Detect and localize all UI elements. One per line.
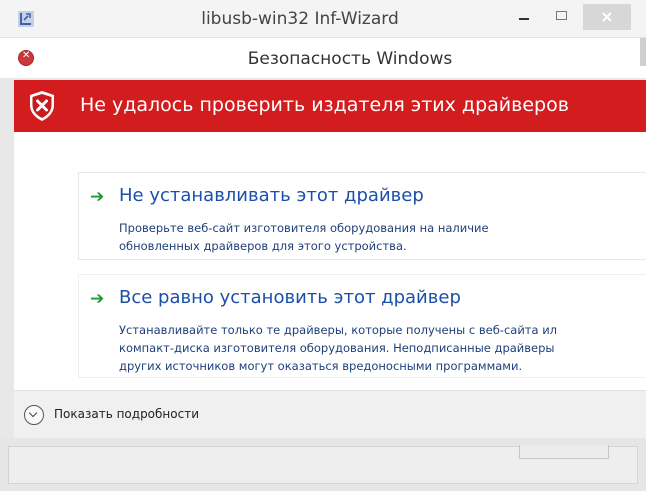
dialog-titlebar: Безопасность Windows <box>0 38 646 78</box>
options-area: ➔ Не устанавливать этот драйвер Проверьт… <box>14 132 646 390</box>
close-button[interactable]: × <box>583 4 631 30</box>
details-bar: Показать подробности <box>14 390 646 438</box>
option-title: Все равно установить этот драйвер <box>119 287 461 308</box>
option-description: Проверьте веб-сайт изготовителя оборудов… <box>119 221 489 253</box>
wizard-footer <box>0 438 646 491</box>
security-error-icon <box>18 50 34 66</box>
green-arrow-icon: ➔ <box>90 289 105 309</box>
minimize-icon <box>519 18 529 20</box>
show-details-label: Показать подробности <box>54 407 199 421</box>
show-details-toggle[interactable]: Показать подробности <box>24 404 264 426</box>
usb-app-icon <box>18 11 34 27</box>
option-do-not-install[interactable]: ➔ Не устанавливать этот драйвер Проверьт… <box>78 172 646 260</box>
chevron-down-circle-icon <box>24 405 44 425</box>
wizard-button[interactable] <box>519 445 609 459</box>
window-edge <box>640 38 646 66</box>
maximize-icon <box>556 11 567 20</box>
warning-banner: Не удалось проверить издателя этих драйв… <box>14 80 646 132</box>
maximize-button[interactable] <box>543 4 581 30</box>
close-icon: × <box>600 7 614 26</box>
minimize-button[interactable] <box>505 4 543 30</box>
banner-message: Не удалось проверить издателя этих драйв… <box>80 94 569 116</box>
green-arrow-icon: ➔ <box>90 187 105 207</box>
shield-x-icon <box>30 91 54 121</box>
wizard-footer-panel <box>8 445 638 484</box>
option-description: Устанавливайте только те драйверы, котор… <box>119 323 558 373</box>
option-install-anyway[interactable]: ➔ Все равно установить этот драйвер Уста… <box>78 274 646 378</box>
option-title: Не устанавливать этот драйвер <box>119 185 424 206</box>
wizard-titlebar: libusb-win32 Inf-Wizard × <box>0 0 646 38</box>
windows-security-dialog: Безопасность Windows Не удалось проверит… <box>0 38 646 491</box>
wizard-window-title: libusb-win32 Inf-Wizard <box>201 9 399 29</box>
dialog-title: Безопасность Windows <box>247 49 453 69</box>
